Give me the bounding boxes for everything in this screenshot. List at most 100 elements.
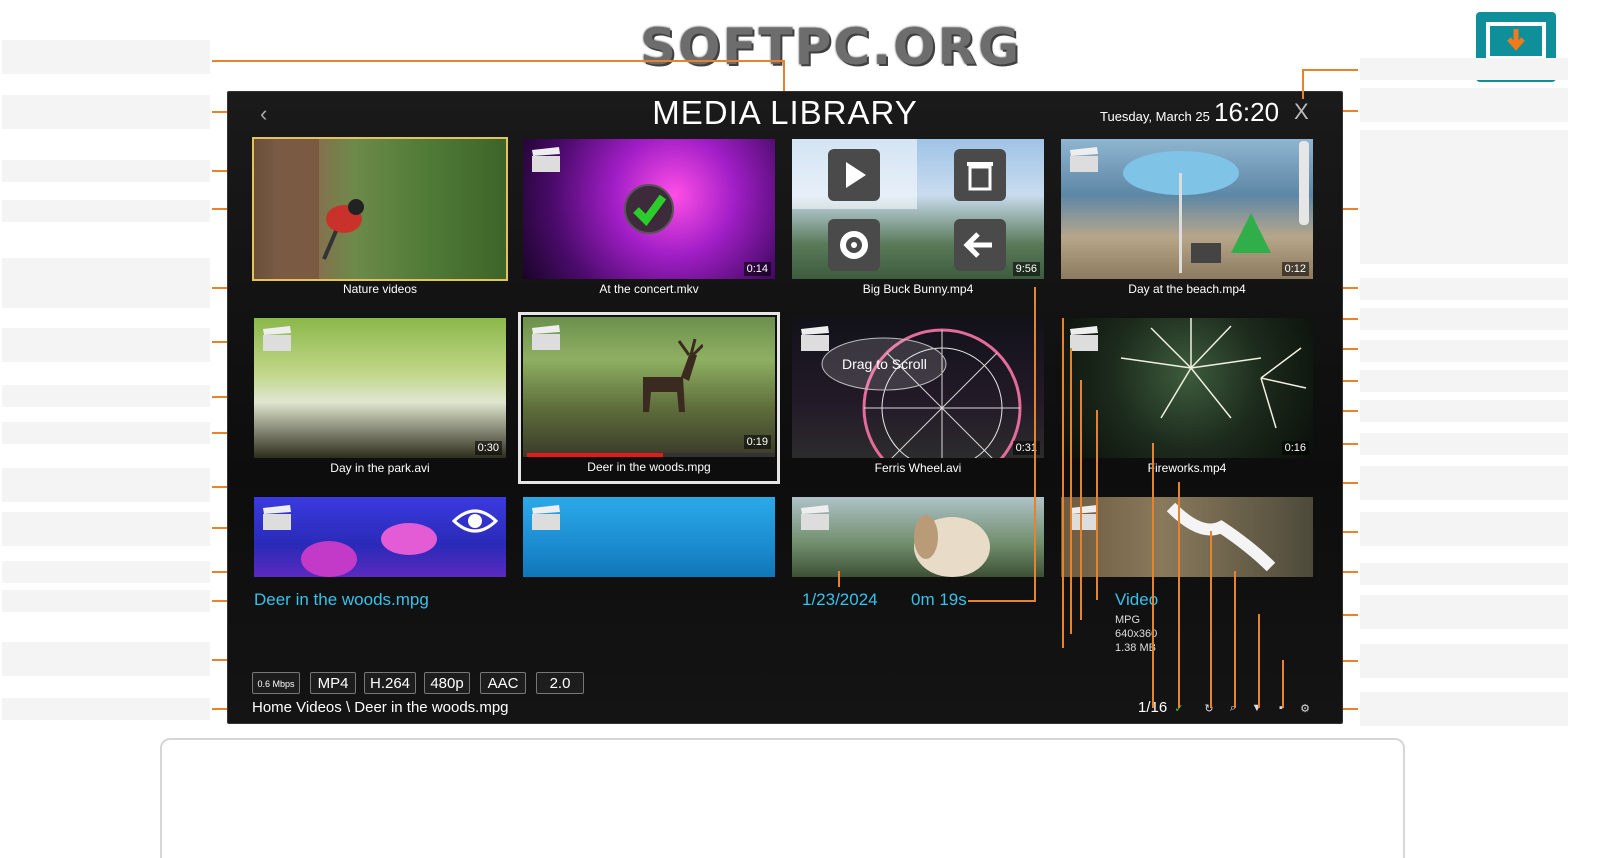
audio-channels-badge: 2.0 [536,672,584,694]
close-icon[interactable]: X [1294,99,1309,125]
dog-image [914,515,990,577]
leader-line [1258,614,1260,708]
duration-badge: 0:14 [743,262,771,276]
video-tile[interactable]: 0:30 Day in the park.avi [254,318,506,478]
video-tile[interactable] [254,497,506,577]
arrow-left-icon[interactable] [954,219,1006,271]
active-resolution: 640x360 [1115,628,1158,640]
ferris-wheel-image [821,328,1022,458]
annotation-box [2,468,210,502]
active-file-size: 1.38 MB [1115,642,1156,654]
leader-line [1070,348,1072,634]
eye-icon [452,509,498,533]
leader-line [783,60,785,92]
annotation-box [1360,433,1568,455]
annotation-box [2,95,210,129]
waterfall-image [1166,502,1276,572]
thumbnail: 0:16 [1061,318,1313,458]
annotation-box [1360,563,1568,585]
duration-badge: 0:12 [1281,262,1309,276]
annotation-box [1360,644,1568,678]
annotation-box [2,328,210,362]
annotation-box [1360,340,1568,362]
tile-label: Day in the park.avi [330,461,430,475]
bitrate-badge: 0.6 Mbps [252,672,300,694]
annotation-box [1360,130,1568,264]
annotation-box [1360,308,1568,330]
annotation-box [1360,58,1568,80]
annotation-box [2,698,210,720]
gear-icon[interactable] [828,219,880,271]
annotation-box [1360,595,1568,629]
duration-badge: 9:56 [1012,262,1040,276]
thumbnail: 0:14 [523,139,775,279]
annotation-box [1360,370,1568,392]
annotation-box [2,561,210,583]
bird-image [274,139,364,279]
thumbnail [792,497,1044,577]
thumbnail: Drag to Scroll 0:31 [792,318,1044,458]
clock-display: 16:20 [1214,97,1280,127]
folder-tile[interactable]: Nature videos [252,137,508,299]
play-position-bar[interactable] [527,453,664,457]
search-icon[interactable]: ⌕ [1226,702,1240,715]
leader-line [1234,571,1236,708]
delete-icon[interactable]: ▪ [1274,702,1288,714]
watermark: SOFTPC.ORG [640,18,1022,76]
play-icon[interactable] [828,149,880,201]
video-tile[interactable]: 0:12 Day at the beach.mp4 [1061,139,1313,299]
annotation-box [2,422,210,444]
annotation-box [2,40,210,74]
annotation-box [2,642,210,676]
drag-hint: Drag to Scroll [842,356,927,372]
deer-image [643,338,703,412]
thumbnail: 0:12 [1061,139,1313,279]
thumbnail [523,497,775,577]
tile-label: Nature videos [342,282,418,296]
tile-label: At the concert.mkv [599,282,699,296]
container-badge: MP4 [310,672,356,694]
leader-line [968,600,1036,602]
trash-icon[interactable] [954,149,1006,201]
active-file-extension: MPG [1115,614,1141,626]
checkmark-icon [624,184,674,234]
annotation-box [2,512,210,546]
clapper-icon [532,505,560,530]
tile-label: Ferris Wheel.avi [874,461,962,475]
scrollbar[interactable] [1299,141,1309,225]
duration-badge: 0:30 [474,441,502,455]
leader-line [1062,318,1064,648]
leader-line [212,60,784,62]
annotation-box [1360,278,1568,300]
video-tile[interactable] [792,497,1044,577]
clapper-icon [1070,147,1098,172]
annotation-box [1360,466,1568,500]
thumbnail [254,497,506,577]
video-tile[interactable]: 9:56 Big Buck Bunny.mp4 [792,139,1044,299]
annotation-box [2,258,210,308]
play-position-track [527,453,775,457]
annotation-box [2,200,210,222]
resolution-badge: 480p [424,672,470,694]
fireworks-image [1120,318,1307,429]
video-tile[interactable]: Drag to Scroll 0:31 Ferris Wheel.avi [792,318,1044,478]
video-tile[interactable]: 0:14 At the concert.mkv [523,139,775,299]
video-tile[interactable]: 0:16 Fireworks.mp4 [1061,318,1313,478]
refresh-icon[interactable]: ↻ [1202,702,1216,715]
active-duration: 0m 19s [911,590,967,609]
video-tile-active[interactable]: 0:19 Deer in the woods.mpg [518,312,780,484]
annotation-box [1360,88,1568,122]
settings-icon[interactable]: ⚙ [1298,702,1312,715]
tile-label: Day at the beach.mp4 [1128,282,1246,296]
leader-line [1152,443,1154,708]
bottom-panel [160,738,1405,858]
annotation-box [1360,692,1568,726]
annotation-box [2,160,210,182]
beach-image [1123,151,1271,273]
clapper-icon [532,325,560,350]
video-tile[interactable] [1061,497,1313,577]
media-library-window: ‹ MEDIA LIBRARY Tuesday, March 25 16:20 … [227,91,1343,724]
filter-icon[interactable]: ▼ [1250,702,1264,714]
video-tile[interactable] [523,497,775,577]
thumbnail: 0:30 [254,318,506,458]
